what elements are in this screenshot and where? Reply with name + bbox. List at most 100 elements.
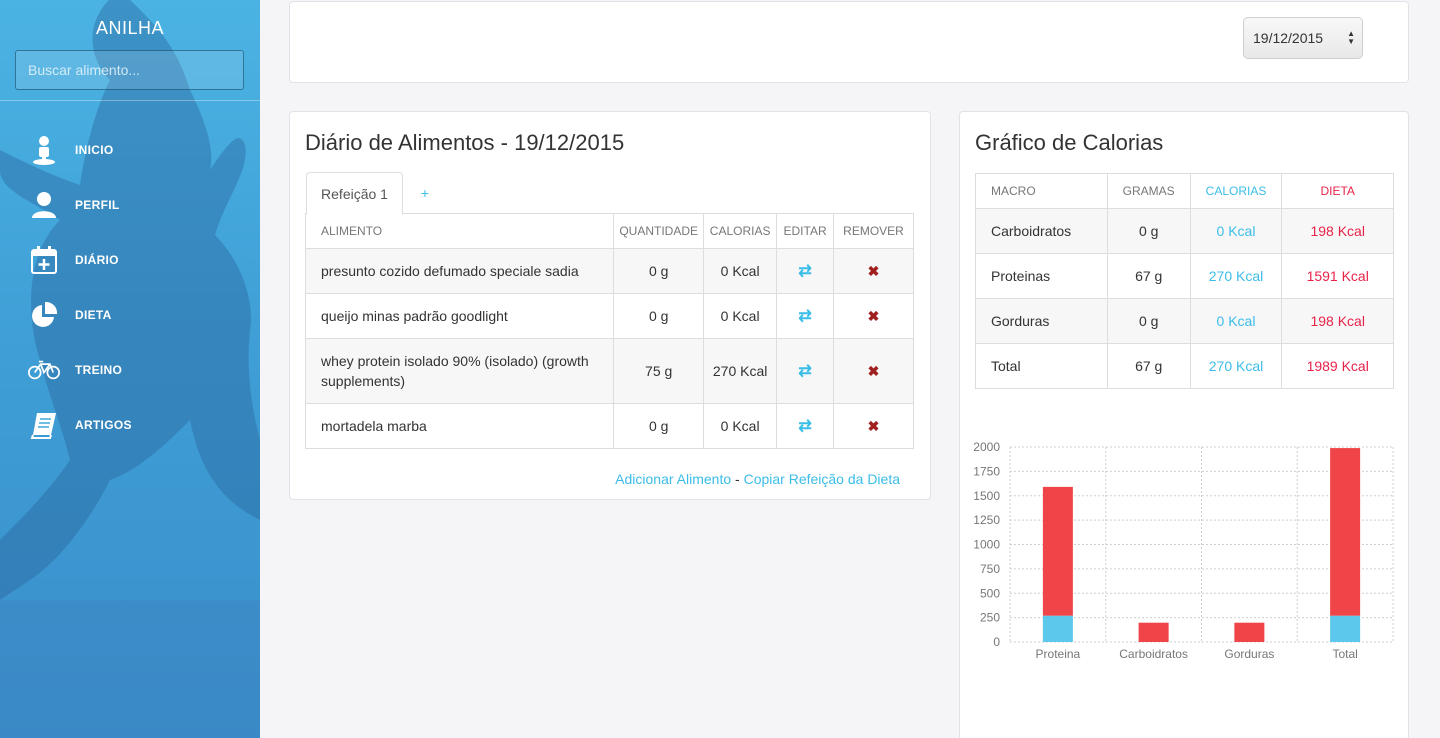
sidebar-item-inicio[interactable]: INICIO xyxy=(0,130,260,170)
column-header: CALORIAS xyxy=(703,213,778,249)
table-header-row: MACRO GRAMAS CALORIAS DIETA xyxy=(975,173,1394,209)
table-row: Gorduras 0 g 0 Kcal 198 Kcal xyxy=(975,298,1394,344)
diary-title: Diário de Alimentos - 19/12/2015 xyxy=(305,130,625,155)
sidebar-item-label: DIETA xyxy=(75,308,112,322)
sidebar-item-label: PERFIL xyxy=(75,198,120,212)
food-calories: 0 Kcal xyxy=(703,248,778,294)
calendar-add-icon xyxy=(28,244,60,276)
date-select-value: 19/12/2015 xyxy=(1253,30,1324,46)
table-row: Proteinas 67 g 270 Kcal 1591 Kcal xyxy=(975,253,1394,299)
macro-diet: 198 Kcal xyxy=(1281,208,1394,254)
food-name: queijo minas padrão goodlight xyxy=(304,293,615,339)
sidebar-item-label: DIÁRIO xyxy=(75,253,119,267)
link-separator: - xyxy=(735,471,740,487)
food-name: presunto cozido defumado speciale sadia xyxy=(304,248,615,294)
select-arrows-icon: ▲ ▼ xyxy=(1347,29,1355,46)
person-pin-icon xyxy=(28,134,60,166)
food-calories: 0 Kcal xyxy=(703,293,778,339)
macro-grams: 0 g xyxy=(1106,298,1191,344)
macro-grams: 0 g xyxy=(1106,208,1191,254)
column-header: CALORIAS xyxy=(1189,173,1283,209)
tab-meal-1[interactable]: Refeição 1 xyxy=(306,172,403,215)
table-header-row: ALIMENTO QUANTIDADE CALORIAS EDITAR REMO… xyxy=(304,213,914,249)
x-tick-label: Total xyxy=(1332,647,1357,661)
food-diary-panel: Diário de Alimentos - 19/12/2015 Refeiçã… xyxy=(289,111,931,500)
chart-bar xyxy=(1330,615,1361,642)
add-meal-tab[interactable]: + xyxy=(415,172,435,214)
macro-calories: 270 Kcal xyxy=(1189,343,1283,389)
column-header: DIETA xyxy=(1281,173,1394,209)
diary-actions: Adicionar Alimento - Copiar Refeição da … xyxy=(615,471,900,487)
search-input[interactable] xyxy=(15,50,244,90)
calories-title: Gráfico de Calorias xyxy=(975,130,1164,155)
sidebar-item-label: TREINO xyxy=(75,363,123,377)
edit-swap-icon[interactable]: ⇄ xyxy=(798,263,811,280)
sidebar-item-label: INICIO xyxy=(75,143,114,157)
sidebar-item-artigos[interactable]: ARTIGOS xyxy=(0,405,260,445)
y-tick-label: 0 xyxy=(993,635,1000,649)
food-calories: 270 Kcal xyxy=(703,338,778,404)
food-quantity: 75 g xyxy=(613,338,705,404)
add-food-link[interactable]: Adicionar Alimento xyxy=(615,471,731,487)
macro-diet: 1989 Kcal xyxy=(1281,343,1394,389)
table-row: presunto cozido defumado speciale sadia … xyxy=(304,248,914,294)
column-header: ALIMENTO xyxy=(304,213,615,249)
chart-bar xyxy=(1138,622,1169,642)
food-quantity: 0 g xyxy=(613,403,705,449)
column-header: QUANTIDADE xyxy=(613,213,705,249)
edit-swap-icon[interactable]: ⇄ xyxy=(798,418,811,435)
header-panel: 19/12/2015 ▲ ▼ xyxy=(289,1,1409,83)
y-tick-label: 1750 xyxy=(973,464,1000,478)
macro-diet: 1591 Kcal xyxy=(1281,253,1394,299)
macro-name: Gorduras xyxy=(975,298,1108,344)
x-tick-label: Gorduras xyxy=(1224,647,1274,661)
remove-icon[interactable]: ✖ xyxy=(868,263,880,279)
meal-tabs: Refeição 1 + xyxy=(305,172,914,215)
macro-calories: 0 Kcal xyxy=(1189,208,1283,254)
chart-bar xyxy=(1042,615,1073,642)
sidebar-item-dieta[interactable]: DIETA xyxy=(0,295,260,335)
edit-swap-icon[interactable]: ⇄ xyxy=(798,308,811,325)
y-tick-label: 500 xyxy=(980,586,1000,600)
macro-calories: 0 Kcal xyxy=(1189,298,1283,344)
pie-chart-icon xyxy=(28,299,60,331)
sidebar-divider xyxy=(0,100,260,101)
y-tick-label: 250 xyxy=(980,611,1000,625)
macro-calories: 270 Kcal xyxy=(1189,253,1283,299)
macro-diet: 198 Kcal xyxy=(1281,298,1394,344)
table-row: mortadela marba 0 g 0 Kcal ⇄ ✖ xyxy=(304,403,914,449)
remove-icon[interactable]: ✖ xyxy=(868,363,880,379)
app-brand: ANILHA xyxy=(95,18,165,38)
book-icon xyxy=(28,409,60,441)
sidebar: ANILHA INICIO PERFIL DIÁRIO DIETA TREINO xyxy=(0,0,260,738)
remove-icon[interactable]: ✖ xyxy=(868,418,880,434)
sidebar-item-perfil[interactable]: PERFIL xyxy=(0,185,260,225)
table-row: Total 67 g 270 Kcal 1989 Kcal xyxy=(975,343,1394,389)
sidebar-item-treino[interactable]: TREINO xyxy=(0,350,260,390)
user-icon xyxy=(28,189,60,221)
macro-grams: 67 g xyxy=(1106,343,1191,389)
table-row: Carboidratos 0 g 0 Kcal 198 Kcal xyxy=(975,208,1394,254)
chart-bar xyxy=(1234,622,1265,642)
table-row: whey protein isolado 90% (isolado) (grow… xyxy=(304,338,914,404)
sidebar-item-diario[interactable]: DIÁRIO xyxy=(0,240,260,280)
bicycle-icon xyxy=(28,354,60,386)
macro-name: Carboidratos xyxy=(975,208,1108,254)
chart-bar xyxy=(1042,486,1073,616)
date-select[interactable]: 19/12/2015 ▲ ▼ xyxy=(1243,17,1363,59)
y-tick-label: 1500 xyxy=(973,489,1000,503)
remove-icon[interactable]: ✖ xyxy=(868,308,880,324)
y-tick-label: 1250 xyxy=(973,513,1000,527)
copy-meal-link[interactable]: Copiar Refeição da Dieta xyxy=(744,471,900,487)
macro-name: Proteinas xyxy=(975,253,1108,299)
macro-name: Total xyxy=(975,343,1108,389)
calories-bar-chart: 0 250 500 750 1000 1250 1500 1750 2000 Proteina Ca… xyxy=(973,440,1394,661)
food-calories: 0 Kcal xyxy=(703,403,778,449)
food-name: mortadela marba xyxy=(304,403,615,449)
calories-panel: Gráfico de Calorias MACRO GRAMAS CALORIA… xyxy=(959,111,1409,738)
edit-swap-icon[interactable]: ⇄ xyxy=(798,363,811,380)
sidebar-item-label: ARTIGOS xyxy=(75,418,132,432)
y-tick-label: 750 xyxy=(980,562,1000,576)
column-header: MACRO xyxy=(975,173,1108,209)
food-table: ALIMENTO QUANTIDADE CALORIAS EDITAR REMO… xyxy=(304,213,914,449)
